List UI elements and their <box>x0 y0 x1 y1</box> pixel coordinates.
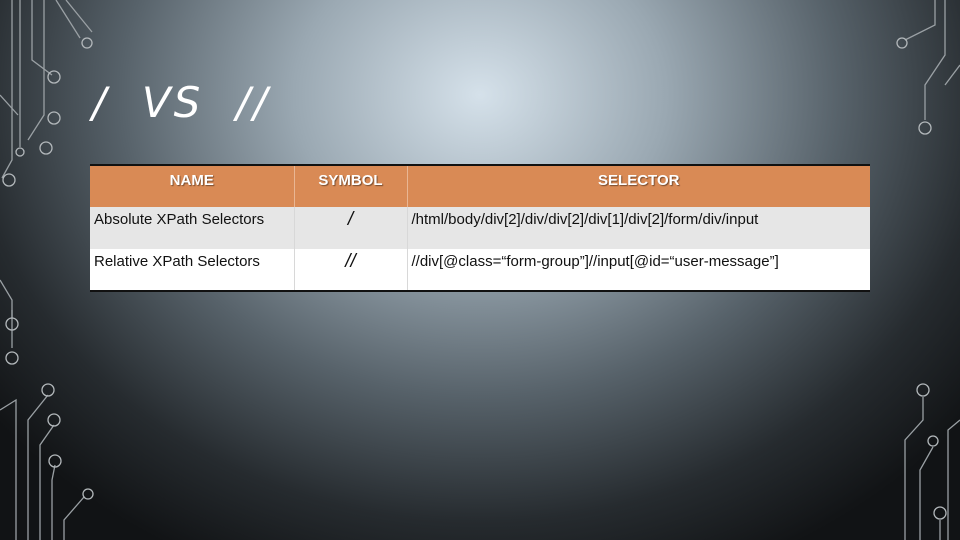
table-row: Relative XPath Selectors // //div[@class… <box>90 249 870 291</box>
table-row: Absolute XPath Selectors / /html/body/di… <box>90 207 870 249</box>
cell-selector: /html/body/div[2]/div/div[2]/div[1]/div[… <box>406 207 870 249</box>
header-selector: SELECTOR <box>406 165 870 207</box>
cell-symbol: // <box>293 249 407 291</box>
xpath-comparison-table: NAME SYMBOL SELECTOR Absolute XPath Sele… <box>90 164 870 292</box>
cell-name: Relative XPath Selectors <box>90 249 294 291</box>
header-name: NAME <box>90 165 294 207</box>
cell-symbol: / <box>293 207 407 249</box>
cell-selector: //div[@class=“form-group”]//input[@id=“u… <box>406 249 870 291</box>
table-header-row: NAME SYMBOL SELECTOR <box>90 165 870 207</box>
cell-name: Absolute XPath Selectors <box>90 207 294 249</box>
slide-title: / VS // <box>92 78 271 127</box>
header-symbol: SYMBOL <box>293 165 407 207</box>
